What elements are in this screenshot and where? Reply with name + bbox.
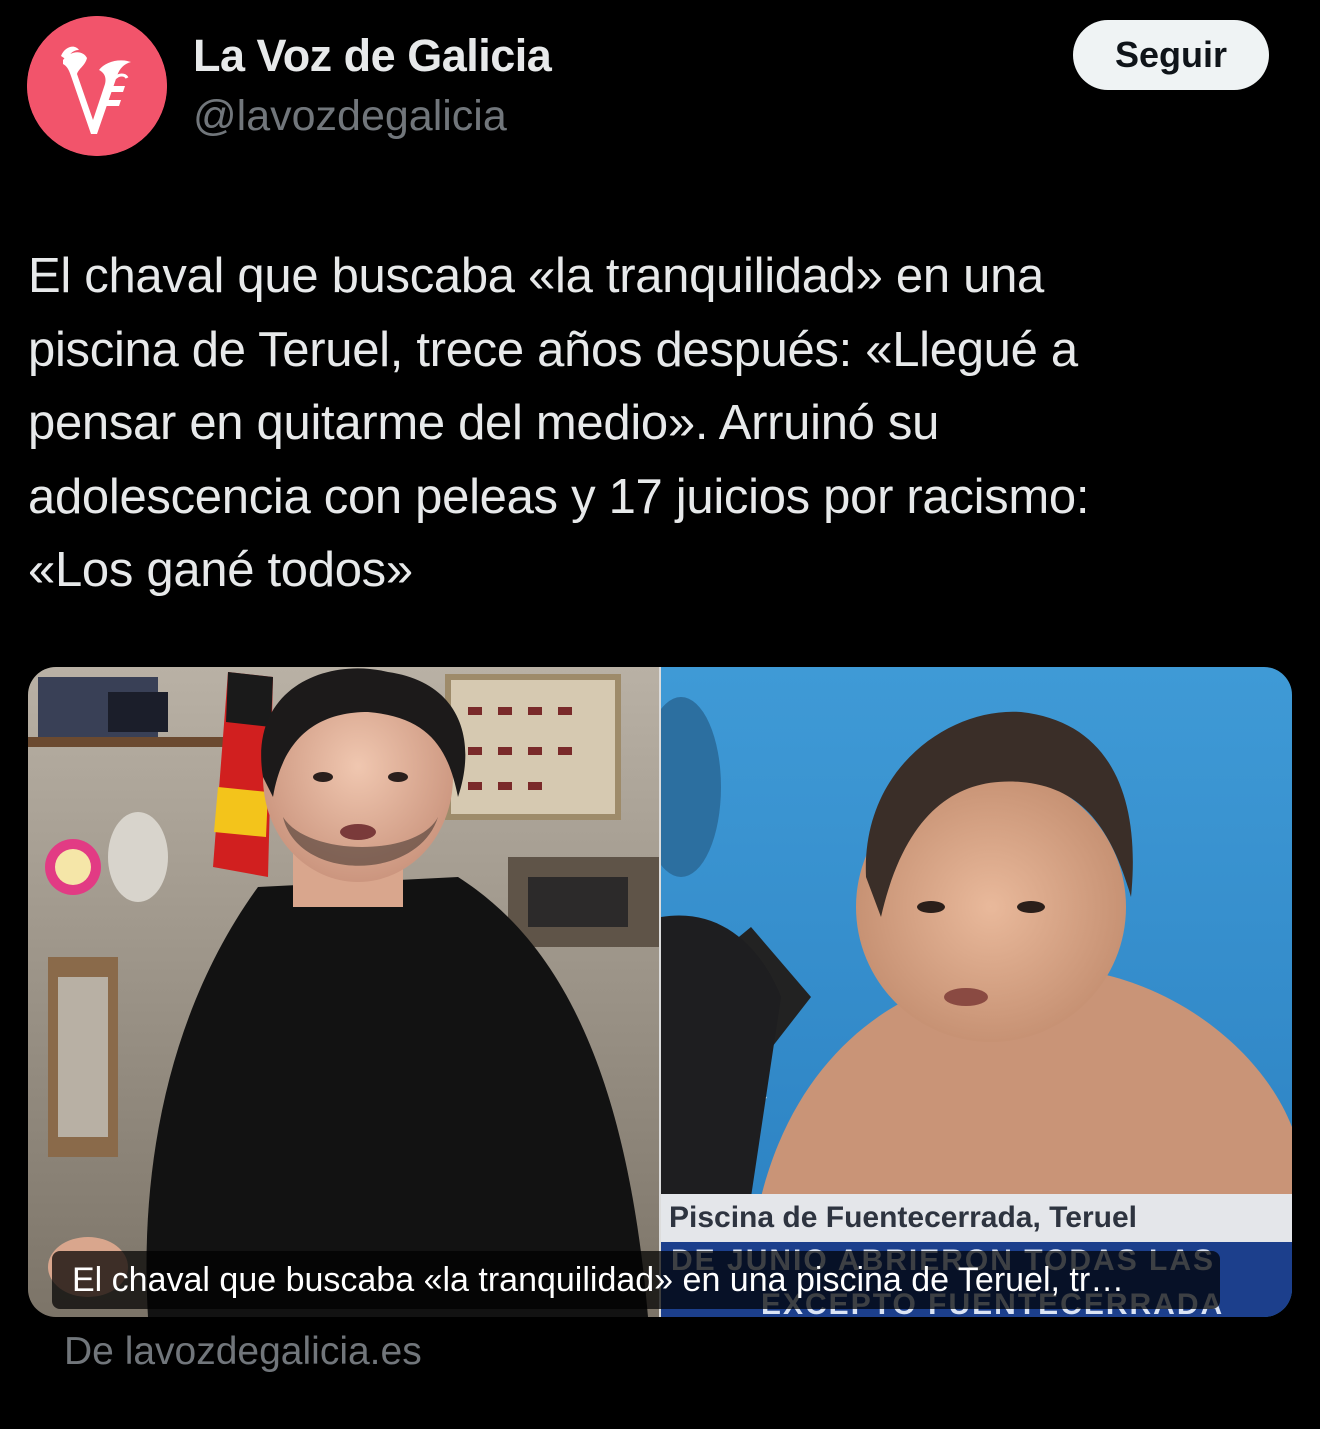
account-display-name[interactable]: La Voz de Galicia	[193, 30, 552, 82]
tweet-text-line: adolescencia con peleas y 17 juicios por…	[28, 469, 1090, 524]
card-title-text: El chaval que buscaba «la tranquilidad» …	[72, 1260, 1125, 1299]
tweet-text-line: El chaval que buscaba «la tranquilidad» …	[28, 249, 1044, 303]
tweet-header: La Voz de Galicia @lavozdegalicia Seguir	[0, 0, 1320, 180]
gothic-v-logo-icon	[27, 16, 167, 156]
avatar[interactable]	[27, 16, 167, 156]
tv-lower-third-text: Piscina de Fuentecerrada, Teruel	[669, 1201, 1137, 1234]
source-domain-link[interactable]: De lavozdegalicia.es	[64, 1330, 422, 1374]
tweet-text-line: piscina de Teruel, trece años después: «…	[28, 322, 1078, 377]
follow-button[interactable]: Seguir	[1073, 20, 1269, 90]
tweet-text-line: pensar en quitarme del medio». Arruinó s…	[28, 396, 940, 450]
photo-man-in-room	[28, 667, 659, 1317]
link-card-media[interactable]: Piscina de Fuentecerrada, Teruel DE JUNI…	[28, 667, 1292, 1317]
account-handle[interactable]: @lavozdegalicia	[193, 92, 507, 141]
tv-lower-third: Piscina de Fuentecerrada, Teruel	[661, 1194, 1292, 1242]
card-title-overlay[interactable]: El chaval que buscaba «la tranquilidad» …	[52, 1251, 1220, 1309]
tweet-text-line: «Los gané todos»	[28, 543, 413, 597]
tweet-text: El chaval que buscaba «la tranquilidad» …	[28, 240, 1298, 608]
